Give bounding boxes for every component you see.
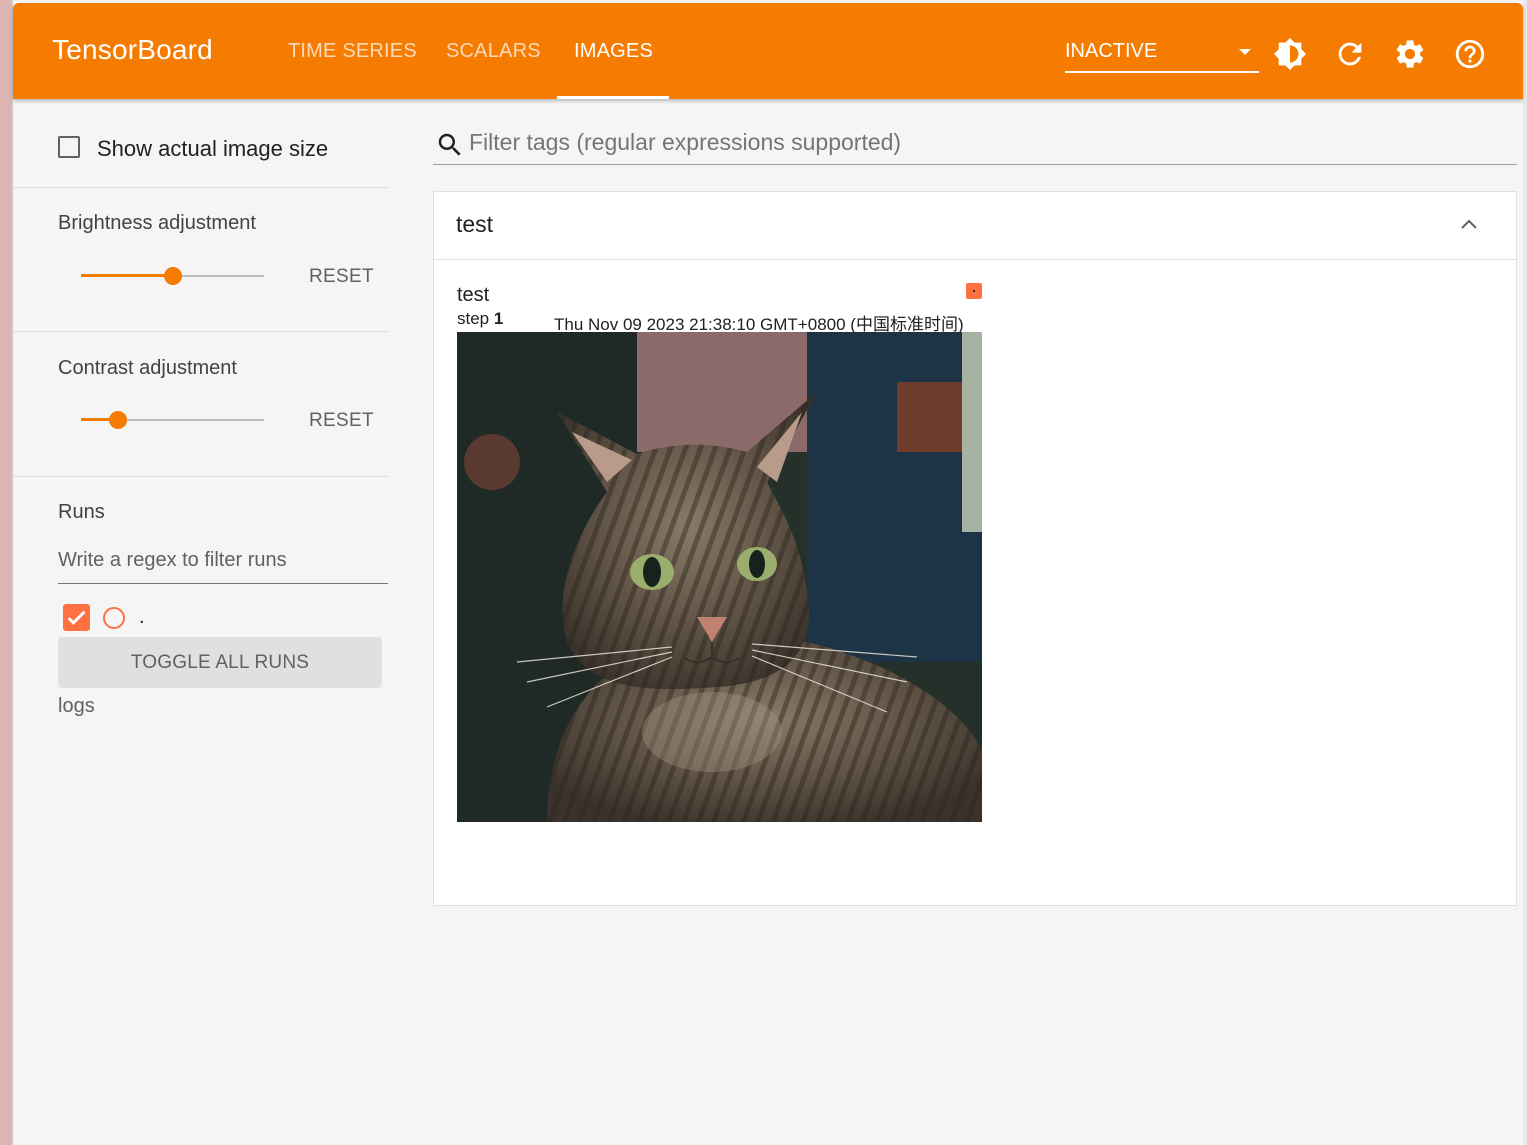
step-label: step 1: [457, 309, 503, 329]
divider: [13, 187, 388, 188]
tab-time-series[interactable]: TIME SERIES: [288, 40, 417, 63]
card-title: test: [456, 211, 494, 237]
checkmark-icon: [67, 610, 86, 625]
runs-filter-input[interactable]: Write a regex to filter runs: [58, 537, 388, 584]
run-color-badge: [966, 283, 982, 299]
contrast-reset-button[interactable]: RESET: [309, 410, 374, 432]
help-icon[interactable]: [1453, 37, 1487, 71]
window-edge-right: [1523, 0, 1527, 1145]
window-edge: [0, 0, 11, 1145]
app-title[interactable]: TensorBoard: [52, 34, 213, 66]
top-toolbar: TensorBoard TIME SERIES SCALARS IMAGES I…: [13, 3, 1523, 99]
step-value: 1: [493, 309, 504, 328]
cat-photo: [457, 332, 982, 822]
search-icon: [438, 133, 461, 156]
chevron-up-icon[interactable]: [1460, 218, 1478, 230]
runs-filter-placeholder: Write a regex to filter runs: [58, 549, 287, 571]
logdir-label: logs: [58, 695, 95, 717]
tab-scalars[interactable]: SCALARS: [446, 40, 541, 63]
brightness-title: Brightness adjustment: [58, 212, 256, 234]
run-name: .: [139, 606, 145, 628]
image-tag: test: [457, 284, 490, 306]
brightness-slider[interactable]: [81, 266, 264, 286]
theme-toggle-icon[interactable]: [1273, 37, 1307, 71]
active-dashboard-value: INACTIVE: [1065, 40, 1158, 62]
run-checkbox[interactable]: [63, 604, 90, 631]
slider-thumb[interactable]: [163, 267, 182, 285]
tag-filter-placeholder: Filter tags (regular expressions support…: [469, 129, 902, 155]
slider-thumb[interactable]: [108, 411, 127, 429]
tab-images[interactable]: IMAGES: [574, 40, 653, 63]
run-color-swatch[interactable]: [103, 607, 125, 629]
runs-title: Runs: [58, 501, 105, 523]
contrast-slider[interactable]: [81, 410, 264, 430]
brightness-reset-button[interactable]: RESET: [309, 266, 374, 288]
tag-group-card: test test step 1 Thu Nov 09 2023 21:38:1…: [433, 191, 1517, 906]
contrast-title: Contrast adjustment: [58, 357, 237, 379]
sidebar: Show actual image size Brightness adjust…: [13, 100, 388, 1145]
divider: [13, 476, 388, 477]
show-actual-size-checkbox[interactable]: [58, 136, 80, 158]
chevron-down-icon: [1239, 49, 1251, 55]
active-dashboard-select[interactable]: INACTIVE: [1065, 37, 1259, 73]
show-actual-size-label[interactable]: Show actual image size: [97, 136, 328, 162]
active-tab-indicator: [557, 96, 669, 99]
image-thumbnail[interactable]: [457, 332, 982, 822]
settings-icon[interactable]: [1393, 37, 1427, 71]
tag-filter-input[interactable]: Filter tags (regular expressions support…: [433, 124, 1517, 165]
slider-fill: [81, 274, 173, 277]
refresh-icon[interactable]: [1333, 37, 1367, 71]
card-header[interactable]: test: [434, 192, 1516, 260]
toggle-all-runs-button[interactable]: TOGGLE ALL RUNS: [58, 637, 382, 688]
step-text: step: [457, 309, 490, 328]
divider: [13, 331, 388, 332]
